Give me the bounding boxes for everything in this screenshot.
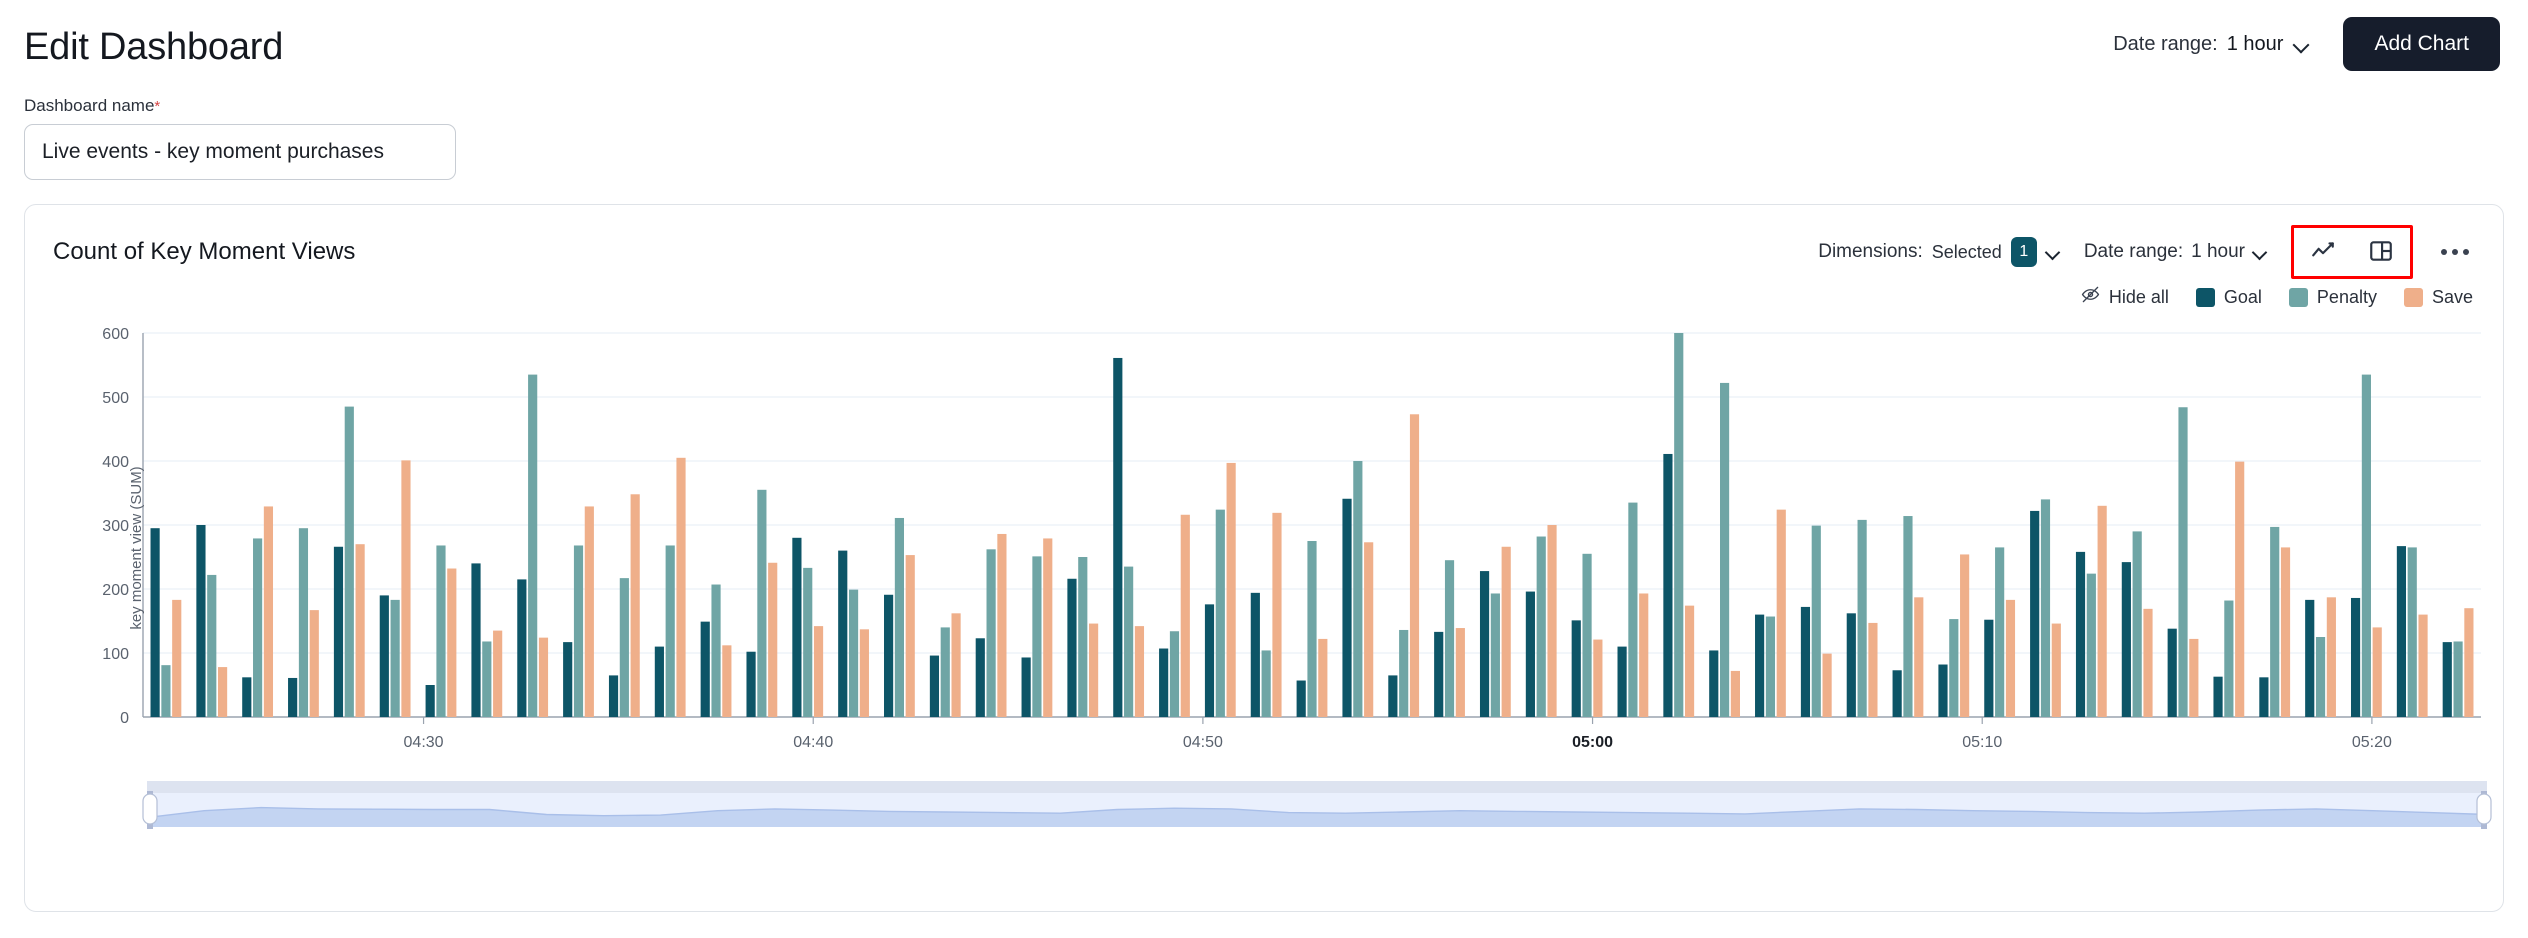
chevron-down-icon	[2253, 245, 2267, 259]
svg-text:05:10: 05:10	[1962, 734, 2002, 751]
page-title: Edit Dashboard	[24, 26, 284, 68]
legend-label-save: Save	[2431, 286, 2473, 307]
svg-text:04:30: 04:30	[404, 734, 444, 751]
y-axis-title: key moment view (SUM)	[128, 466, 146, 630]
legend-label-goal: Goal	[2223, 286, 2262, 307]
page-header: Edit Dashboard Date range: 1 hour Add Ch…	[0, 0, 2528, 88]
legend-swatch-goal	[2195, 287, 2215, 307]
chevron-down-icon	[2046, 245, 2060, 259]
legend-swatch-save	[2403, 287, 2423, 307]
svg-text:05:00: 05:00	[1572, 734, 1613, 751]
header-actions: Date range: 1 hour Add Chart	[2113, 17, 2500, 71]
more-horizontal-icon-dot	[2441, 249, 2447, 255]
svg-text:400: 400	[102, 454, 129, 471]
svg-text:0: 0	[120, 710, 129, 727]
svg-text:04:40: 04:40	[793, 734, 833, 751]
chart-card: Count of Key Moment Views Dimensions: Se…	[24, 204, 2504, 912]
chart-date-range-label: Date range:	[2083, 241, 2184, 262]
dashboard-name-label-text: Dashboard name	[24, 96, 155, 115]
legend-hide-all-label: Hide all	[2108, 286, 2169, 307]
svg-text:100: 100	[102, 646, 129, 663]
chart-view-toggle-group	[2291, 225, 2413, 279]
dimensions-label: Dimensions:	[1818, 241, 1923, 262]
chevron-down-icon	[2294, 37, 2309, 52]
header-date-range-selector[interactable]: Date range: 1 hour	[2113, 33, 2309, 56]
svg-text:04:50: 04:50	[1183, 734, 1223, 751]
chart-title: Count of Key Moment Views	[53, 238, 356, 265]
header-date-range-label: Date range:	[2113, 32, 2218, 55]
dimensions-selector[interactable]: Dimensions: Selected 1	[1818, 237, 2060, 267]
legend-swatch-penalty	[2288, 287, 2308, 307]
dimensions-count-badge: 1	[2010, 237, 2037, 267]
chart-more-options-button[interactable]	[2437, 241, 2473, 263]
legend-item-goal[interactable]: Goal	[2195, 286, 2262, 308]
chart-date-range-value: 1 hour	[2191, 241, 2245, 262]
more-horizontal-icon-dot	[2452, 249, 2458, 255]
bar-chart-svg[interactable]: 0 100 200 300 400 500 600 04:30 04:40 04:50 05:00 0…	[25, 323, 2503, 773]
required-indicator: *	[154, 98, 161, 115]
chart-card-header: Count of Key Moment Views Dimensions: Se…	[25, 205, 2503, 279]
svg-text:300: 300	[102, 518, 129, 535]
line-chart-icon	[2310, 238, 2336, 267]
legend-item-penalty[interactable]: Penalty	[2288, 286, 2377, 308]
range-brush-svg[interactable]	[137, 781, 2497, 843]
layout-panel-icon	[2368, 238, 2394, 267]
svg-text:200: 200	[102, 582, 129, 599]
add-chart-button[interactable]: Add Chart	[2343, 17, 2500, 71]
svg-text:05:20: 05:20	[2352, 734, 2392, 751]
eye-slash-icon	[2081, 285, 2100, 309]
layout-panel-view-button[interactable]	[2352, 228, 2410, 276]
svg-text:600: 600	[102, 326, 129, 343]
dimensions-selected-label: Selected	[1931, 241, 2002, 262]
line-chart-view-button[interactable]	[2294, 228, 2352, 276]
chart-controls: Dimensions: Selected 1 Date range: 1 hou…	[1818, 225, 2473, 279]
legend-label-penalty: Penalty	[2316, 286, 2377, 307]
chart-range-brush[interactable]	[137, 781, 2492, 843]
chart-plot-area: key moment view (SUM) 0 100 200 300 400 500 60…	[25, 323, 2503, 773]
legend-item-save[interactable]: Save	[2403, 286, 2473, 308]
chart-date-range-selector[interactable]: Date range: 1 hour	[2084, 241, 2267, 263]
dashboard-name-label: Dashboard name*	[24, 96, 2504, 116]
dashboard-name-input[interactable]	[24, 124, 456, 180]
more-horizontal-icon-dot	[2463, 249, 2469, 255]
legend-hide-all-button[interactable]: Hide all	[2081, 285, 2169, 309]
chart-legend: Hide all Goal Penalty Save	[25, 275, 2503, 309]
svg-text:500: 500	[102, 390, 129, 407]
dashboard-name-field-group: Dashboard name*	[0, 88, 2528, 180]
header-date-range-value: 1 hour	[2226, 32, 2284, 55]
